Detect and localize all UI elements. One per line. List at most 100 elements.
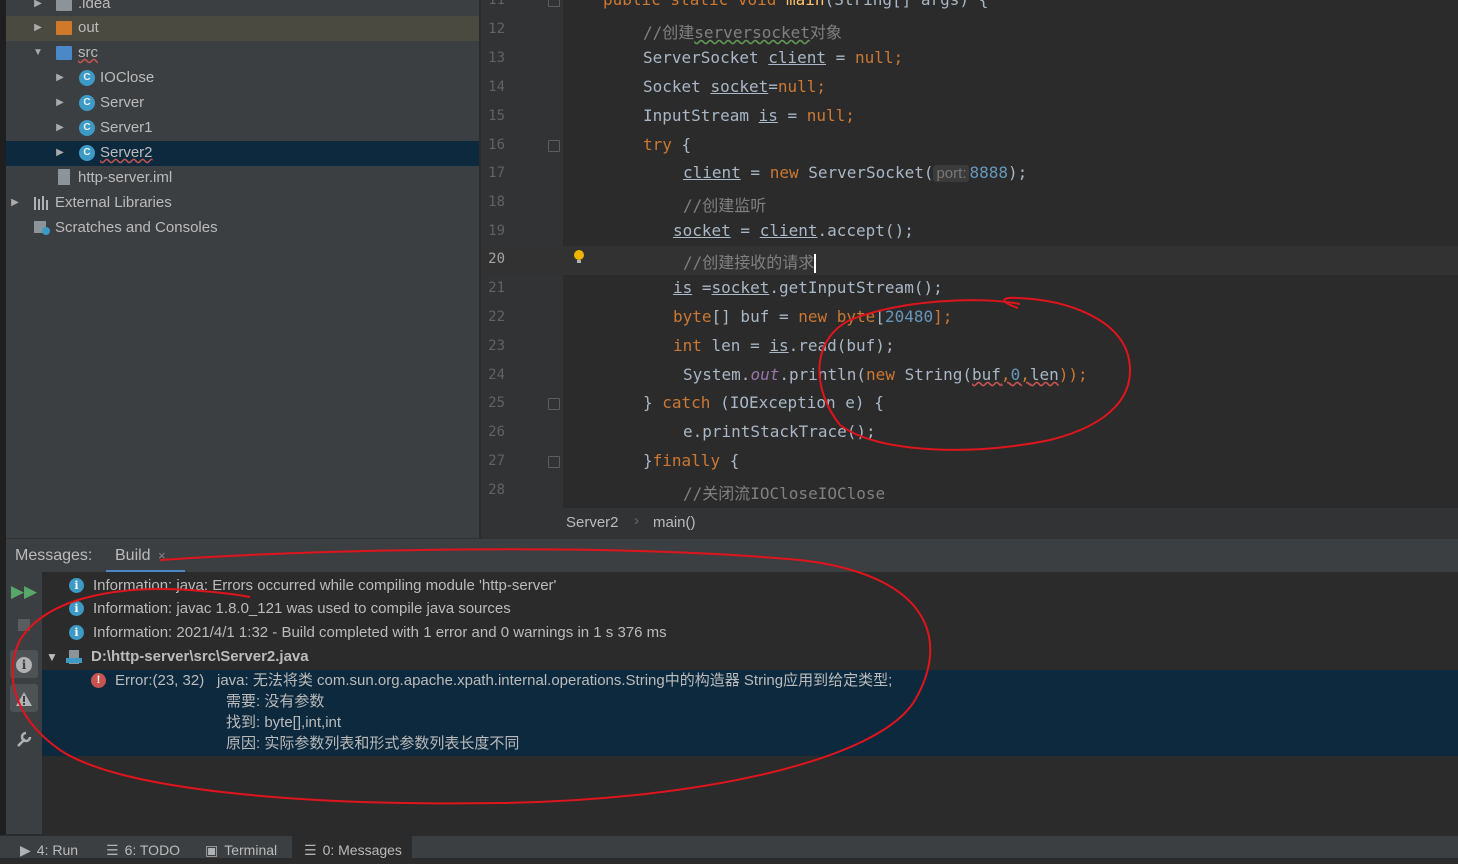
info-icon: i bbox=[69, 578, 84, 593]
tab-run[interactable]: ▶ 4: Run bbox=[20, 836, 90, 858]
line-number: 25 bbox=[488, 395, 505, 411]
tree-item-ioclose[interactable]: ▶ C IOClose bbox=[6, 66, 479, 91]
expand-arrow-icon[interactable]: ▶ bbox=[54, 116, 66, 140]
tab-terminal[interactable]: ▣ Terminal bbox=[205, 836, 289, 858]
project-tree: ▶ .idea ▶ out ▼ src ▶ C IOClose ▶ C Serv… bbox=[6, 0, 479, 538]
code-line[interactable]: 21 is =socket.getInputStream(); bbox=[481, 275, 1458, 304]
code-line[interactable]: 13 ServerSocket client = null; bbox=[481, 45, 1458, 74]
line-number: 26 bbox=[488, 424, 505, 440]
code-line[interactable]: 22 byte[] buf = new byte[20480]; bbox=[481, 304, 1458, 333]
stop-icon[interactable] bbox=[10, 610, 38, 638]
info-icon: i bbox=[69, 625, 84, 640]
fold-marker-icon[interactable] bbox=[548, 140, 560, 152]
message-text: Information: javac 1.8.0_121 was used to… bbox=[93, 600, 511, 617]
tree-item-label: External Libraries bbox=[55, 194, 172, 211]
code-line-current[interactable]: 20 //创建接收的请求 bbox=[481, 246, 1458, 275]
line-number: 24 bbox=[488, 367, 505, 383]
line-number: 12 bbox=[488, 21, 505, 37]
code-text: try { bbox=[643, 135, 692, 154]
tree-item-out[interactable]: ▶ out bbox=[6, 16, 479, 41]
code-text: socket = client.accept(); bbox=[673, 221, 914, 240]
expand-arrow-icon[interactable]: ▶ bbox=[32, 0, 44, 16]
code-text: //创建serversocket对象 bbox=[643, 23, 842, 42]
info-icon: i bbox=[69, 601, 84, 616]
code-editor[interactable]: 11 public static void main(String[] args… bbox=[481, 0, 1458, 508]
code-text: InputStream is = null; bbox=[643, 106, 855, 125]
tree-item-src[interactable]: ▼ src bbox=[6, 41, 479, 66]
source-folder-icon bbox=[56, 46, 72, 60]
wrench-icon[interactable] bbox=[10, 724, 38, 752]
message-row[interactable]: i Information: 2021/4/1 1:32 - Build com… bbox=[42, 621, 1458, 645]
close-icon[interactable]: × bbox=[158, 548, 166, 563]
code-line[interactable]: 16 try { bbox=[481, 132, 1458, 161]
tree-item-idea[interactable]: ▶ .idea bbox=[6, 0, 479, 17]
code-text: public static void main(String[] args) { bbox=[603, 0, 988, 9]
code-line[interactable]: 15 InputStream is = null; bbox=[481, 103, 1458, 132]
tab-label: 0: Messages bbox=[322, 842, 402, 858]
tab-messages[interactable]: ☰ 0: Messages bbox=[292, 836, 412, 858]
file-group-row[interactable]: ▼ D:\http-server\src\Server2.java bbox=[42, 645, 1458, 669]
info-filter-icon[interactable]: i bbox=[10, 650, 38, 678]
code-line[interactable]: 27 }finally { bbox=[481, 448, 1458, 477]
scratches-icon bbox=[33, 220, 51, 236]
code-line[interactable]: 23 int len = is.read(buf); bbox=[481, 333, 1458, 362]
line-number: 18 bbox=[488, 194, 505, 210]
line-number: 11 bbox=[488, 0, 505, 8]
code-text: }finally { bbox=[643, 451, 740, 470]
collapse-arrow-icon[interactable]: ▼ bbox=[46, 645, 58, 669]
messages-header: Messages: Build × bbox=[6, 538, 1458, 573]
expand-arrow-icon[interactable]: ▶ bbox=[54, 141, 66, 165]
line-number: 22 bbox=[488, 309, 505, 325]
rerun-icon[interactable]: ▶▶ bbox=[10, 578, 38, 606]
message-row[interactable]: i Information: java: Errors occurred whi… bbox=[42, 574, 1458, 598]
tab-label: 6: TODO bbox=[124, 842, 181, 858]
error-message[interactable]: ! Error:(23, 32) java: 无法将类 com.sun.org.… bbox=[42, 670, 1458, 756]
fold-marker-icon[interactable] bbox=[548, 398, 560, 410]
code-text: Socket socket=null; bbox=[643, 77, 827, 96]
breadcrumb-method[interactable]: main() bbox=[653, 514, 696, 531]
line-number: 23 bbox=[488, 338, 505, 354]
code-line[interactable]: 24 System.out.println(new String(buf,0,l… bbox=[481, 362, 1458, 391]
expand-arrow-icon[interactable]: ▶ bbox=[32, 16, 44, 40]
tree-item-label: IOClose bbox=[100, 69, 155, 86]
tab-build[interactable]: Build × bbox=[106, 539, 185, 573]
expand-arrow-icon[interactable]: ▶ bbox=[54, 66, 66, 90]
code-text: System.out.println(new String(buf,0,len)… bbox=[683, 365, 1088, 384]
code-line[interactable]: 28 //关闭流IOCloseIOClose bbox=[481, 477, 1458, 506]
tree-item-server1[interactable]: ▶ C Server1 bbox=[6, 116, 479, 141]
tree-item-server[interactable]: ▶ C Server bbox=[6, 91, 479, 116]
expand-arrow-icon[interactable]: ▶ bbox=[9, 191, 21, 215]
code-line[interactable]: 17 client = new ServerSocket(port: 8888); bbox=[481, 160, 1458, 189]
message-text: Information: 2021/4/1 1:32 - Build compl… bbox=[93, 624, 667, 641]
warning-filter-icon[interactable] bbox=[10, 684, 38, 712]
collapse-arrow-icon[interactable]: ▼ bbox=[32, 41, 44, 65]
code-line[interactable]: 25 } catch (IOException e) { bbox=[481, 390, 1458, 419]
error-icon: ! bbox=[91, 673, 106, 688]
run-icon: ▶ bbox=[20, 842, 31, 858]
tree-item-server2[interactable]: ▶ C Server2 bbox=[6, 141, 479, 166]
fold-marker-icon[interactable] bbox=[548, 456, 560, 468]
code-line[interactable]: 19 socket = client.accept(); bbox=[481, 218, 1458, 247]
tree-item-iml[interactable]: http-server.iml bbox=[6, 166, 479, 191]
error-found: 找到: byte[],int,int bbox=[226, 714, 342, 731]
fold-marker-icon[interactable] bbox=[548, 0, 560, 7]
lightbulb-icon[interactable] bbox=[573, 249, 585, 263]
code-line[interactable]: 18 //创建监听 bbox=[481, 189, 1458, 218]
code-line[interactable]: 12 //创建serversocket对象 bbox=[481, 16, 1458, 45]
tree-item-external-libraries[interactable]: ▶ External Libraries bbox=[6, 191, 479, 216]
code-text: } catch (IOException e) { bbox=[643, 393, 884, 412]
code-text: //创建接收的请求 bbox=[683, 253, 817, 273]
code-line[interactable]: 14 Socket socket=null; bbox=[481, 74, 1458, 103]
code-line[interactable]: 26 e.printStackTrace(); bbox=[481, 419, 1458, 448]
message-row[interactable]: i Information: javac 1.8.0_121 was used … bbox=[42, 597, 1458, 621]
java-class-icon: C bbox=[79, 95, 95, 111]
breadcrumb-file[interactable]: Server2 bbox=[566, 514, 619, 531]
module-file-icon bbox=[58, 169, 70, 185]
code-text: int len = is.read(buf); bbox=[673, 336, 895, 355]
code-text: client = new ServerSocket(port: 8888); bbox=[683, 163, 1028, 182]
code-line[interactable]: 11 public static void main(String[] args… bbox=[481, 0, 1458, 16]
tab-todo[interactable]: ☰ 6: TODO bbox=[106, 836, 190, 858]
tree-item-scratches[interactable]: Scratches and Consoles bbox=[6, 216, 479, 241]
line-number: 21 bbox=[488, 280, 505, 296]
expand-arrow-icon[interactable]: ▶ bbox=[54, 91, 66, 115]
